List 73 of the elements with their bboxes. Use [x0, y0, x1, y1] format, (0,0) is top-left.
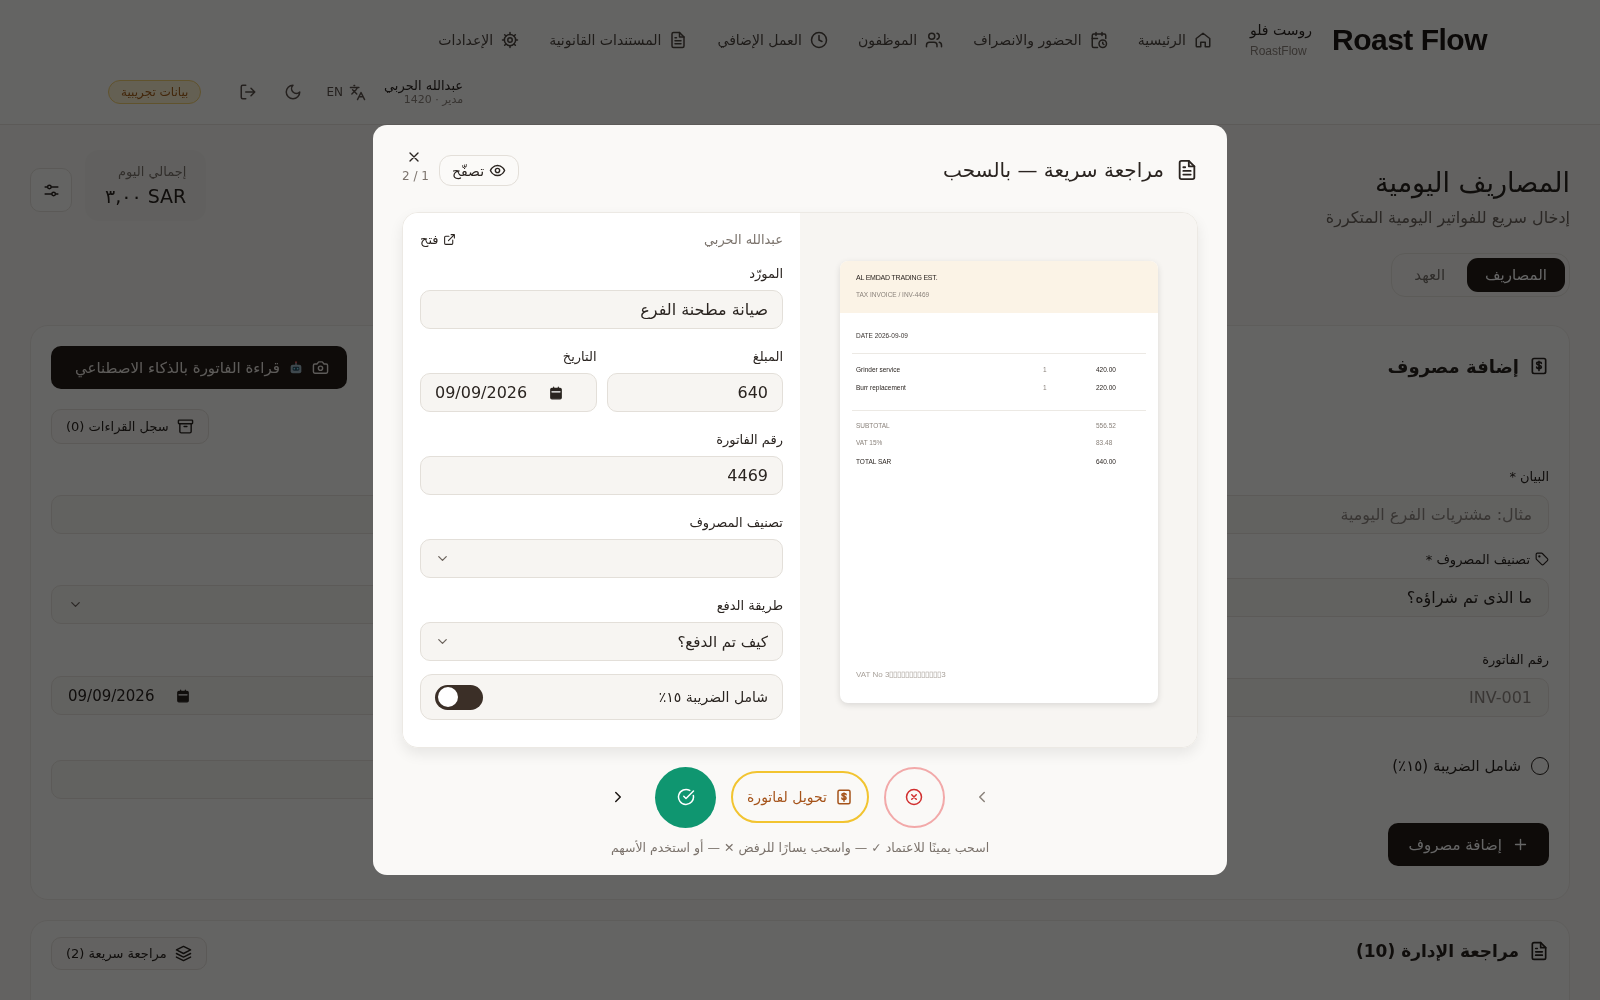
demo-data-badge: بيانات تجريبية [108, 80, 202, 104]
field-label: التاريخ [561, 349, 597, 365]
history-button[interactable]: سجل القراءات (0) [51, 409, 209, 444]
quick-review-button[interactable]: مراجعة سريعة (2) [51, 937, 207, 970]
filter-button[interactable] [30, 168, 72, 212]
camera-icon [312, 359, 329, 376]
input-field[interactable]: 4469 [420, 456, 783, 495]
select-field[interactable]: كيف تم الدفع؟ [420, 622, 783, 661]
x-circle-icon [905, 788, 924, 806]
submitter-name: عبدالله الحربي [703, 231, 783, 247]
settings-icon [501, 31, 520, 49]
open-link[interactable]: فتح [420, 231, 456, 247]
stat-value: ٣,٠٠ SAR [105, 185, 187, 207]
form-title: إضافة مصروف [1387, 355, 1519, 377]
browse-button[interactable]: تصفّح [438, 155, 520, 186]
page-counter: 2 / 1 [402, 169, 429, 183]
document-icon [1176, 159, 1198, 181]
receipt-icon [835, 788, 853, 806]
tag-icon [1535, 552, 1549, 566]
app-name: روست فلو [1249, 22, 1312, 38]
archive-icon [176, 418, 194, 435]
logout-icon[interactable] [239, 83, 258, 101]
select-field[interactable] [420, 539, 783, 578]
moon-icon[interactable] [284, 83, 303, 101]
field-label: تصنيف المصروف [688, 515, 783, 531]
toggle-switch[interactable] [435, 684, 483, 710]
nav-link[interactable]: الحضور والانصراف [973, 31, 1108, 49]
nav-link[interactable]: الرئيسية [1137, 31, 1212, 49]
section-title: مراجعة الإدارة (10) [1356, 941, 1519, 961]
document-icon [669, 31, 688, 49]
external-link-icon [442, 232, 456, 246]
tab[interactable]: المصاريف [1467, 258, 1565, 292]
calendar-icon [549, 385, 564, 400]
dialog-title: مراجعة سريعة — بالسحب [943, 158, 1164, 182]
field-label: المورّد [748, 266, 783, 282]
user-name: عبدالله الحربي [384, 78, 464, 93]
input-field[interactable]: صيانة مطحنة الفرع [420, 290, 783, 329]
field-label: المبلغ [751, 349, 783, 365]
ai-scan-button[interactable]: قراءة الفاتورة بالذكاء الاصطناعي [51, 346, 347, 389]
eye-icon [489, 162, 507, 179]
robot-icon [288, 359, 304, 376]
nav-link[interactable]: الإعدادات [438, 31, 520, 49]
translate-icon [349, 83, 366, 101]
layers-icon [174, 945, 192, 962]
logo: Roast Flow [1332, 23, 1487, 57]
date-field[interactable]: 09/09/2026 [420, 373, 597, 412]
clock-icon [809, 31, 828, 49]
users-icon [925, 31, 944, 49]
input-field[interactable]: 640 [606, 373, 783, 412]
page-title: المصاريف اليومية [1375, 167, 1570, 198]
field-label: البيان * [1509, 468, 1549, 484]
plus-icon [1512, 836, 1529, 853]
field-label: تصنيف المصروف * [1425, 551, 1530, 567]
language-button[interactable]: EN [326, 83, 366, 101]
field-label: رقم الفاتورة [1482, 651, 1549, 667]
document-icon [1529, 941, 1549, 961]
add-expense-button[interactable]: إضافة مصروف [1388, 823, 1549, 866]
vat-number: VAT No 3▯▯▯▯▯▯▯▯▯▯▯▯▯3 [855, 670, 947, 679]
home-icon [1193, 31, 1212, 49]
check-circle-icon [676, 788, 695, 806]
calendar-clock-icon [1089, 31, 1108, 49]
convert-button[interactable]: تحويل لفاتورة [731, 771, 869, 823]
calendar-icon [176, 688, 191, 703]
field-label: طريقة الدفع [715, 598, 783, 614]
radio-label: شامل الضريبة (١٥٪) [1392, 757, 1521, 775]
receipt-icon [1529, 356, 1549, 376]
nav-link[interactable]: الموظفون [857, 31, 944, 49]
nav-link[interactable]: العمل الإضافي [717, 31, 828, 49]
nav-link[interactable]: المستندات القانونية [549, 31, 688, 49]
page-subtitle: إدخال سريع للفواتير اليومية المتكررة [1325, 208, 1570, 227]
toggle-label: شامل الضريبة ١٥٪ [658, 689, 768, 705]
field-label: رقم الفاتورة [715, 432, 783, 448]
swipe-hint: اسحب يمينًا للاعتماد ✓ — واسحب يسارًا للرفض ✕ — أو استخدم الأسهم [609, 840, 991, 855]
